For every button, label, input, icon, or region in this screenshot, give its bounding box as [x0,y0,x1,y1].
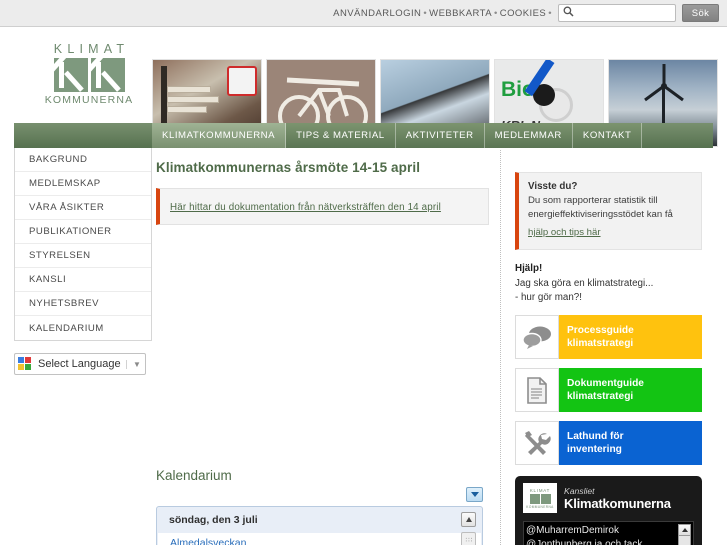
twitter-avatar: KLIMAT KOMMUNERNA [523,483,557,513]
sidebar-item-kansli[interactable]: KANSLI [15,268,151,292]
site-logo[interactable]: KLIMAT KOMMUNERNA [34,42,144,106]
main-navigation: KLIMATKOMMUNERNA TIPS & MATERIAL AKTIVIT… [14,123,713,148]
sep-1: • [423,7,428,19]
right-sidebar: Visste du? Du som rapporterar statistik … [515,172,702,545]
sidebar-item-kalendarium[interactable]: KALENDARIUM [15,316,151,340]
sidebar-item-styrelsen[interactable]: STYRELSEN [15,244,151,268]
twitter-subtitle: Kansliet [564,485,595,496]
sidebar-menu: BAKGRUND MEDLEMSKAP VÅRA ÅSIKTER PUBLIKA… [14,148,152,341]
sidebar-item-medlemskap[interactable]: MEDLEMSKAP [15,172,151,196]
logo-k-box-right [90,58,125,92]
sidebar-item-vara-asikter[interactable]: VÅRA ÅSIKTER [15,196,151,220]
search-area: Sök [558,4,719,22]
top-utility-bar: ANVÄNDARLOGIN • WEBBKARTA • COOKIES • Sök [0,0,727,27]
help-title: Hjälp! [515,263,543,274]
twitter-scrollbar[interactable] [678,524,691,545]
speech-bubbles-icon [515,315,559,359]
guide-dokumentguide-text: Dokumentguide klimatstrategi [559,368,702,412]
twitter-account-name: Klimatkomunerna [564,495,671,511]
chevron-up-icon[interactable] [461,512,476,527]
link-cookies[interactable]: COOKIES [500,8,546,19]
calendar-heading: Kalendarium [156,468,232,483]
did-you-know-box: Visste du? Du som rapporterar statistik … [515,172,702,250]
twitter-header: KLIMAT KOMMUNERNA Kansliet Klimatkomuner… [523,483,694,513]
guide-lathund[interactable]: Lathund för inventering [515,421,702,465]
chevron-down-icon[interactable]: ▼ [126,359,142,369]
did-you-know-line2: energieffektiviseringsstödet kan få [528,209,673,220]
tools-icon [515,421,559,465]
twitter-avatar-bottom: KOMMUNERNA [526,504,554,509]
help-line2: - hur gör man?! [515,292,582,303]
twitter-feed[interactable]: @MuharremDemirok @Jonthunberg ja och tac… [523,521,694,545]
calendar-toolbar [156,487,493,502]
language-selector-label: Select Language [38,358,121,370]
guide-dokumentguide-line2: klimatstrategi [567,391,634,402]
help-line1: Jag ska göra en klimatstrategi... [515,278,654,289]
google-translate-icon [18,357,32,371]
guide-processguide-line1: Processguide [567,325,634,336]
search-input[interactable] [574,5,666,21]
guide-lathund-line1: Lathund för [567,431,624,442]
search-icon [563,4,574,22]
logo-k-box-left [53,58,88,92]
documentation-link[interactable]: Här hittar du dokumentation från nätverk… [170,202,441,213]
content-divider [500,150,501,545]
calendar-panel: söndag, den 3 juli Almedalsveckan [156,506,483,545]
guide-dokumentguide[interactable]: Dokumentguide klimatstrategi [515,368,702,412]
nav-item-kontakt[interactable]: KONTAKT [572,123,643,148]
grid-icon[interactable] [461,532,476,545]
sep-3: • [548,7,552,19]
guide-dokumentguide-line1: Dokumentguide [567,378,644,389]
did-you-know-link[interactable]: hjälp och tips här [528,227,601,238]
calendar-section: Kalendarium söndag, den 3 juli Almedalsv… [156,468,493,545]
guide-buttons: Processguide klimatstrategi Dokumentguid… [515,315,702,465]
site-header: KLIMAT KOMMUNERNA Bio [0,28,727,147]
link-anvandarlogin[interactable]: ANVÄNDARLOGIN [333,8,421,19]
twitter-avatar-top: KLIMAT [529,487,551,493]
documentation-note-box: Här hittar du dokumentation från nätverk… [156,188,489,225]
logo-bottom-text: KOMMUNERNA [44,94,134,106]
calendar-day-header: söndag, den 3 juli [169,514,258,526]
top-links: ANVÄNDARLOGIN • WEBBKARTA • COOKIES • [333,8,554,19]
scrollbar-track[interactable] [678,536,691,545]
language-selector[interactable]: Select Language ▼ [14,353,146,375]
search-submit-button[interactable]: Sök [682,4,719,22]
twitter-widget: KLIMAT KOMMUNERNA Kansliet Klimatkomuner… [515,476,702,545]
logo-top-text: KLIMAT [53,42,130,56]
page-root: ANVÄNDARLOGIN • WEBBKARTA • COOKIES • Sök KLI… [0,0,727,545]
guide-processguide-line2: klimatstrategi [567,338,634,349]
page-title: Klimatkommunernas årsmöte 14-15 april [156,160,421,175]
document-icon [515,368,559,412]
main-content: Klimatkommunernas årsmöte 14-15 april Hä… [156,152,493,225]
calendar-event-link[interactable]: Almedalsveckan [170,537,246,545]
link-webbkarta[interactable]: WEBBKARTA [429,8,492,19]
did-you-know-line1: Du som rapporterar statistik till [528,195,658,206]
nav-item-aktiviteter[interactable]: AKTIVITETER [395,123,485,148]
guide-processguide[interactable]: Processguide klimatstrategi [515,315,702,359]
twitter-avatar-mark [529,493,551,504]
sidebar-item-publikationer[interactable]: PUBLIKATIONER [15,220,151,244]
search-box[interactable] [558,4,676,22]
scroll-up-icon[interactable] [678,524,691,536]
guide-processguide-text: Processguide klimatstrategi [559,315,702,359]
guide-lathund-line2: inventering [567,444,622,455]
sidebar-item-bakgrund[interactable]: BAKGRUND [15,148,151,172]
sep-2: • [493,7,498,19]
nav-item-tips-material[interactable]: TIPS & MATERIAL [286,123,396,148]
logo-kk-mark [34,58,144,92]
twitter-names: Kansliet Klimatkomunerna [564,486,671,511]
nav-item-klimatkommunerna[interactable]: KLIMATKOMMUNERNA [152,123,287,148]
did-you-know-title: Visste du? [528,181,578,192]
tweet-line-1: @MuharremDemirok [526,525,619,536]
guide-lathund-text: Lathund för inventering [559,421,702,465]
chevron-down-icon[interactable] [466,487,483,502]
nav-item-medlemmar[interactable]: MEDLEMMAR [484,123,573,148]
left-sidebar: BAKGRUND MEDLEMSKAP VÅRA ÅSIKTER PUBLIKA… [14,148,152,375]
calendar-event-row: Almedalsveckan [158,533,481,545]
sidebar-item-nyhetsbrev[interactable]: NYHETSBREV [15,292,151,316]
help-block: Hjälp! Jag ska göra en klimatstrategi...… [515,263,702,305]
tweet-line-2: @Jonthunberg ja och tack [526,539,643,545]
